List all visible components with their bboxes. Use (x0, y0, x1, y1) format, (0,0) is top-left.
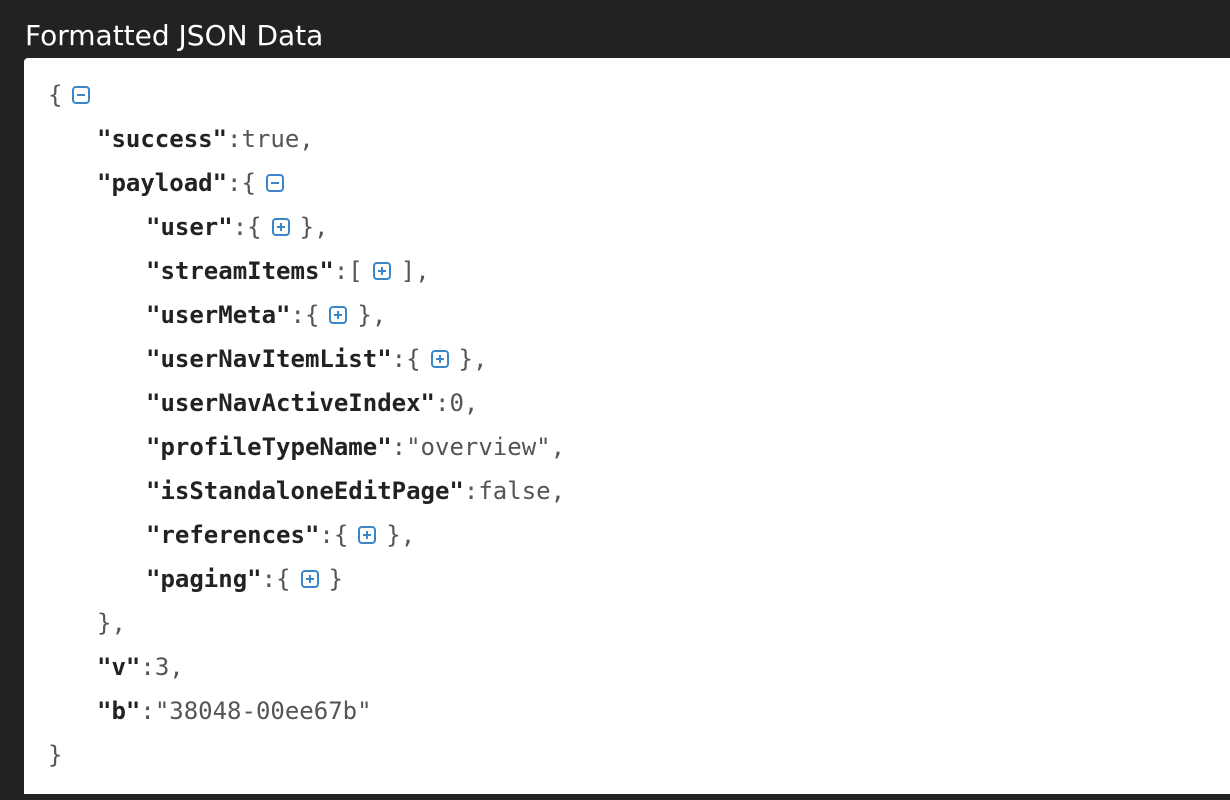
json-row-isStandaloneEditPage: "isStandaloneEditPage": false, (48, 469, 565, 513)
json-row-user: "user":{ }, (48, 205, 565, 249)
key-v: "v" (97, 653, 141, 681)
json-root-close: } (48, 733, 565, 777)
value-isStandaloneEditPage: false (478, 477, 551, 505)
json-row-paging: "paging":{ } (48, 557, 565, 601)
key-b: "b" (97, 697, 141, 725)
json-row-payload: "payload":{ (48, 161, 565, 205)
payload-open-brace: { (241, 169, 256, 197)
expand-paging-icon[interactable] (300, 570, 319, 588)
key-success: "success" (97, 125, 228, 153)
key-userMeta: "userMeta" (146, 301, 291, 329)
key-userNavActiveIndex: "userNavActiveIndex" (146, 389, 435, 417)
key-userNavItemList: "userNavItemList" (146, 345, 392, 373)
expand-userNavItemList-icon[interactable] (430, 350, 449, 368)
json-row-success: "success": true, (48, 117, 565, 161)
value-success: true (241, 125, 300, 153)
json-row-userNavActiveIndex: "userNavActiveIndex":0, (48, 381, 565, 425)
value-profileTypeName: "overview" (406, 433, 551, 461)
collapse-payload-icon[interactable] (265, 174, 284, 192)
key-references: "references" (146, 521, 320, 549)
json-row-profileTypeName: "profileTypeName": "overview", (48, 425, 565, 469)
json-row-b: "b": "38048-00ee67b" (48, 689, 565, 733)
key-user: "user" (146, 213, 233, 241)
root-close-brace: } (48, 741, 63, 769)
collapse-root-icon[interactable] (72, 86, 91, 104)
expand-streamItems-icon[interactable] (372, 262, 391, 280)
panel-title: Formatted JSON Data (25, 19, 324, 52)
json-row-v: "v":3, (48, 645, 565, 689)
expand-references-icon[interactable] (358, 526, 377, 544)
value-userNavActiveIndex: 0 (449, 389, 464, 417)
root-open-brace: { (48, 81, 63, 109)
expand-userMeta-icon[interactable] (329, 306, 348, 324)
key-paging: "paging" (146, 565, 262, 593)
payload-close-brace: }, (97, 609, 126, 637)
key-payload: "payload" (97, 169, 228, 197)
value-b: "38048-00ee67b" (154, 697, 372, 725)
key-streamItems: "streamItems" (146, 257, 334, 285)
key-isStandaloneEditPage: "isStandaloneEditPage" (146, 477, 464, 505)
key-profileTypeName: "profileTypeName" (146, 433, 392, 461)
json-tree: { "success": true, "payload":{ "user":{ }… (48, 73, 565, 777)
json-row-streamItems: "streamItems":[ ], (48, 249, 565, 293)
json-root-open: { (48, 73, 565, 117)
json-payload-close: }, (48, 601, 565, 645)
json-row-references: "references":{ }, (48, 513, 565, 557)
json-row-userMeta: "userMeta":{ }, (48, 293, 565, 337)
json-row-userNavItemList: "userNavItemList":{ }, (48, 337, 565, 381)
json-panel: { "success": true, "payload":{ "user":{ }… (24, 58, 1230, 794)
value-v: 3 (154, 653, 170, 681)
expand-user-icon[interactable] (271, 218, 290, 236)
